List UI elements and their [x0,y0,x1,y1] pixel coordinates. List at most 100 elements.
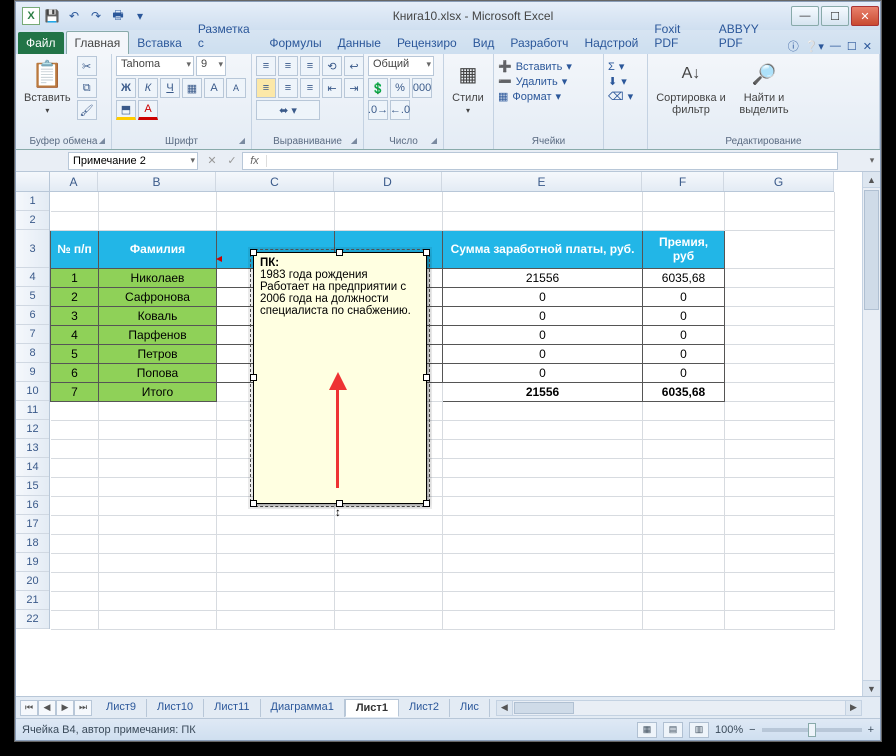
cell[interactable] [51,192,99,211]
cell[interactable] [643,534,725,553]
cell[interactable] [99,439,217,458]
cell[interactable] [51,610,99,629]
cell[interactable] [725,211,835,230]
tab-nav-last-icon[interactable]: ⏭ [74,700,92,716]
comma-icon[interactable]: 000 [412,78,432,98]
tab-insert[interactable]: Вставка [129,32,190,54]
col-header-F[interactable]: F [642,172,724,191]
row-header-4[interactable]: 4 [16,268,49,287]
cell[interactable] [725,420,835,439]
row-header-7[interactable]: 7 [16,325,49,344]
row-header-1[interactable]: 1 [16,192,49,211]
cell[interactable] [335,610,443,629]
tab-view[interactable]: Вид [465,32,503,54]
cell[interactable] [725,591,835,610]
col-header-D[interactable]: D [334,172,442,191]
cell[interactable] [443,477,643,496]
increase-indent-icon[interactable]: ⇥ [344,78,364,98]
formula-input[interactable]: fx [242,152,838,170]
qat-redo-icon[interactable]: ↷ [86,6,106,26]
wrap-text-icon[interactable]: ↩ [344,56,364,76]
cell[interactable] [643,211,725,230]
zoom-slider[interactable] [762,728,862,732]
row-header-2[interactable]: 2 [16,211,49,230]
tab-nav-prev-icon[interactable]: ◀ [38,700,56,716]
cell[interactable] [443,553,643,572]
cells-format-button[interactable]: ▦Формат ▾ [498,90,561,103]
align-right-icon[interactable]: ≡ [300,78,320,98]
tab-developer[interactable]: Разработч [502,32,576,54]
cell[interactable] [99,496,217,515]
font-size-combo[interactable]: 9 [196,56,226,76]
orientation-icon[interactable]: ⟲ [322,56,342,76]
row-header-5[interactable]: 5 [16,287,49,306]
cell[interactable] [725,534,835,553]
number-format-combo[interactable]: Общий [368,56,434,76]
help-icon[interactable]: ❔▾ [805,40,824,53]
cut-icon[interactable]: ✂ [77,56,97,76]
autosum-button[interactable]: Σ▾ [608,60,624,73]
cell[interactable]: Премия, руб [643,230,725,268]
cell[interactable] [443,420,643,439]
cell[interactable] [51,420,99,439]
scroll-down-icon[interactable]: ▼ [863,680,880,696]
cell[interactable] [725,344,835,363]
cell[interactable] [643,553,725,572]
format-painter-icon[interactable]: 🖌 [77,100,97,120]
cell[interactable]: 0 [443,325,643,344]
cell[interactable] [51,401,99,420]
row-header-3[interactable]: 3 [16,230,49,268]
cell[interactable] [51,439,99,458]
fill-color-button[interactable]: ⬒ [116,100,136,120]
cell[interactable]: Итого [99,382,217,401]
mdi-min-icon[interactable]: — [830,40,841,52]
cell[interactable] [725,515,835,534]
cell[interactable]: 1 [51,268,99,287]
cell[interactable] [443,192,643,211]
tab-nav-first-icon[interactable]: ⏮ [20,700,38,716]
cell[interactable] [51,458,99,477]
sheet-tab[interactable]: Лис [450,699,490,717]
underline-button[interactable]: Ч [160,78,180,98]
align-center-icon[interactable]: ≡ [278,78,298,98]
cell[interactable] [51,553,99,572]
currency-icon[interactable]: 💲 [368,78,388,98]
cell[interactable] [643,591,725,610]
tab-addins[interactable]: Надстрой [576,32,646,54]
row-header-12[interactable]: 12 [16,420,49,439]
cell[interactable] [443,515,643,534]
tab-nav-next-icon[interactable]: ▶ [56,700,74,716]
cell[interactable] [443,572,643,591]
cells-delete-button[interactable]: ➖Удалить ▾ [498,75,567,88]
align-left-icon[interactable]: ≡ [256,78,276,98]
cell[interactable] [335,553,443,572]
cell[interactable] [443,211,643,230]
tab-formulas[interactable]: Формулы [261,32,329,54]
col-header-E[interactable]: E [442,172,642,191]
maximize-button[interactable]: ☐ [821,6,849,26]
cell[interactable] [443,458,643,477]
cell[interactable]: 6035,68 [643,382,725,401]
cell[interactable] [217,610,335,629]
cell[interactable] [51,477,99,496]
scroll-up-icon[interactable]: ▲ [863,172,880,188]
col-header-A[interactable]: A [50,172,98,191]
row-header-18[interactable]: 18 [16,534,49,553]
cell[interactable] [217,211,335,230]
cell[interactable] [443,496,643,515]
cell[interactable]: 3 [51,306,99,325]
cell[interactable] [99,534,217,553]
cell[interactable] [443,610,643,629]
cell[interactable]: 21556 [443,268,643,287]
zoom-out-icon[interactable]: − [749,724,755,736]
sheet-tab[interactable]: Лист1 [345,699,399,717]
cell[interactable] [99,572,217,591]
cell[interactable] [725,610,835,629]
cell[interactable] [443,401,643,420]
tab-file[interactable]: Файл [18,32,64,54]
cell[interactable]: Попова [99,363,217,382]
cell[interactable] [217,553,335,572]
row-header-17[interactable]: 17 [16,515,49,534]
hscroll-right-icon[interactable]: ▶ [845,701,861,715]
ribbon-minimize-icon[interactable]: ⓘ [788,38,799,54]
